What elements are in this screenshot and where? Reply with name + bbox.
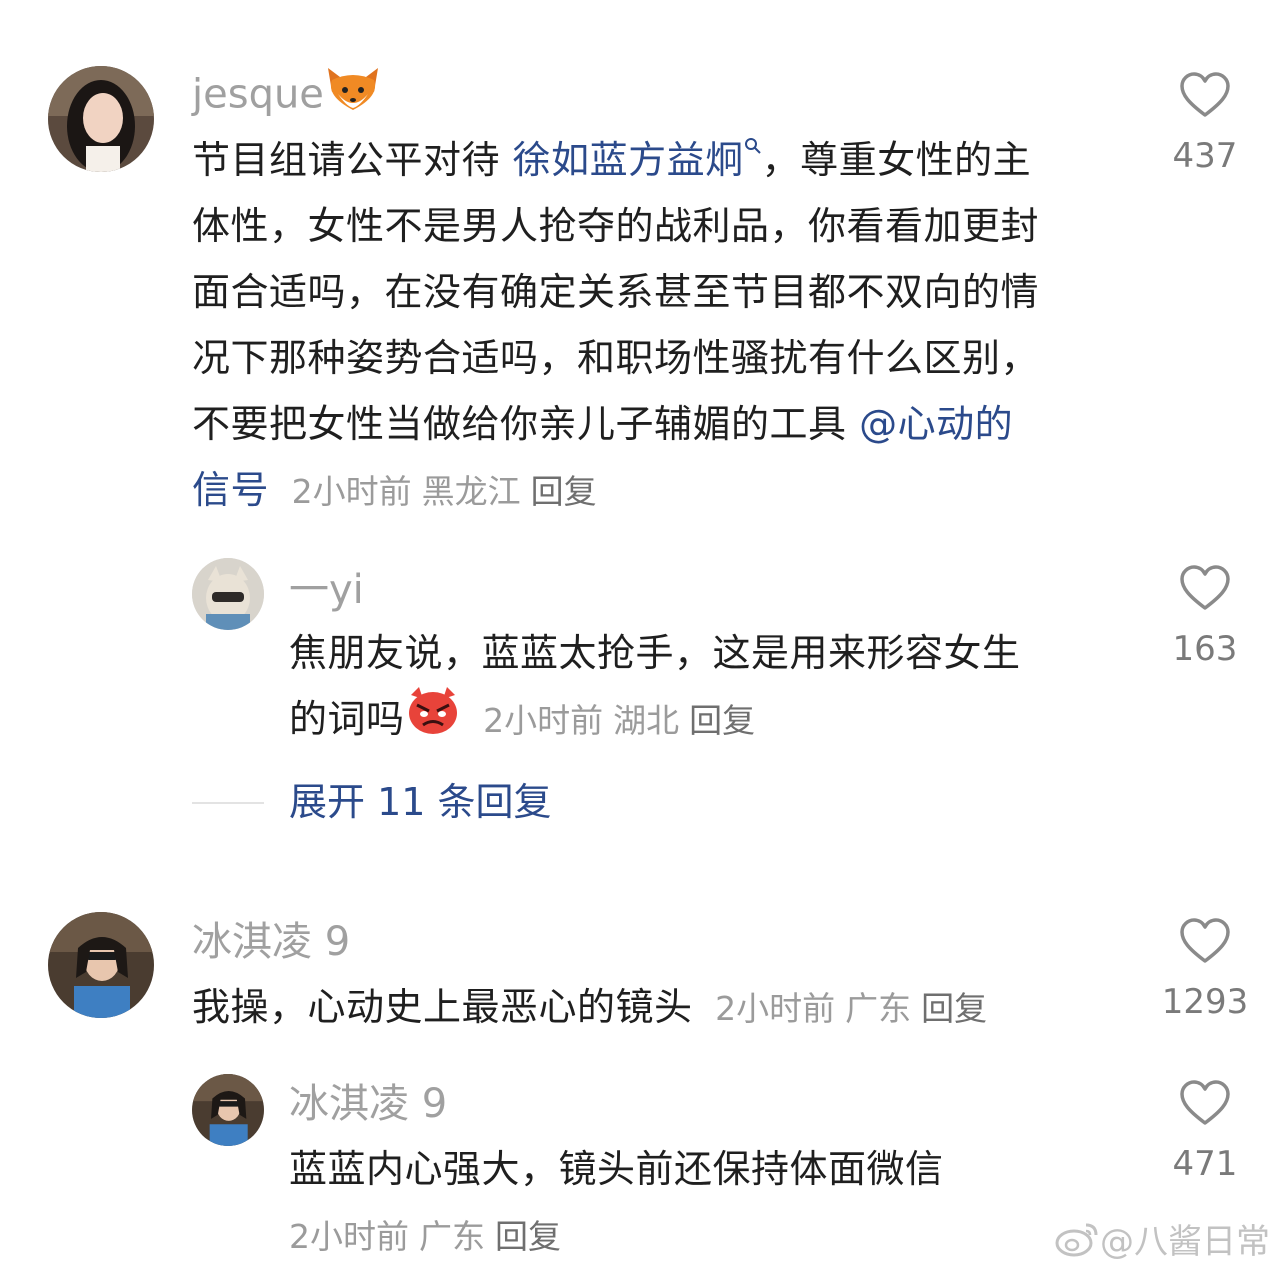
- comment-text-segment: 我操，心动史上最恶心的镜头: [192, 985, 693, 1029]
- timestamp: 2小时前: [483, 701, 604, 740]
- location: 广东: [419, 1217, 485, 1256]
- heart-outline-icon[interactable]: [1179, 1080, 1231, 1126]
- search-icon: [744, 138, 761, 154]
- like-button[interactable]: 1293: [1160, 918, 1250, 1022]
- mention-link-continued[interactable]: 信号: [192, 468, 269, 512]
- like-count: 163: [1172, 629, 1238, 669]
- mention-link[interactable]: @心动的: [859, 402, 1013, 446]
- location: 湖北: [613, 701, 680, 740]
- comment-text: 节目组请公平对待 徐如蓝方益炯 ，尊重女性的主 体性，女性不是男人抢夺的战利品，你…: [192, 127, 1132, 525]
- comment-meta: 2小时前 广东 回复: [705, 989, 987, 1028]
- like-button[interactable]: 437: [1160, 72, 1250, 176]
- comment-text: 蓝蓝内心强大，镜头前还保持体面微信 2小时前 广东 回复: [289, 1136, 1129, 1270]
- comment-text-segment: 况下那种姿势合适吗，和职场性骚扰有什么区别，: [192, 336, 1040, 380]
- timestamp: 2小时前: [715, 989, 836, 1028]
- avatar-yi[interactable]: [192, 558, 264, 630]
- comment-text-segment: 节目组请公平对待: [192, 138, 513, 182]
- like-button[interactable]: 471: [1160, 1080, 1250, 1184]
- comment-text: 焦朋友说，蓝蓝太抢手，这是用来形容女生 的词吗 2小时前 湖北 回复: [289, 620, 1109, 755]
- angry-face-icon: [405, 686, 461, 755]
- reply-button[interactable]: 回复: [531, 472, 597, 511]
- reply-button[interactable]: 回复: [495, 1217, 561, 1256]
- username[interactable]: 一yi: [289, 570, 364, 610]
- divider-line: [192, 802, 264, 804]
- username[interactable]: 冰淇凌 9: [192, 922, 350, 962]
- comment-meta: 2小时前 湖北 回复: [473, 701, 755, 740]
- reply-button[interactable]: 回复: [921, 989, 987, 1028]
- heart-outline-icon[interactable]: [1179, 565, 1231, 611]
- avatar-jesque[interactable]: [48, 66, 154, 172]
- avatar-bingqiling[interactable]: [48, 912, 154, 1018]
- comment-text-segment: 体性，女性不是男人抢夺的战利品，你看看加更封: [192, 204, 1040, 248]
- comment-text-segment: ，尊重女性的主: [761, 138, 1032, 182]
- reply-button[interactable]: 回复: [689, 701, 755, 740]
- heart-outline-icon[interactable]: [1179, 72, 1231, 118]
- expand-replies-label[interactable]: 展开 11 条回复: [289, 775, 552, 829]
- comment-text-segment: 蓝蓝内心强大，镜头前还保持体面微信: [289, 1147, 944, 1191]
- username[interactable]: 冰淇凌 9: [289, 1084, 447, 1124]
- watermark-text: @八酱日常: [1100, 1222, 1270, 1262]
- weibo-logo-icon: [1054, 1221, 1100, 1266]
- username-text[interactable]: jesque: [192, 72, 324, 118]
- search-link[interactable]: 徐如蓝方益炯: [513, 138, 762, 182]
- like-count: 1293: [1161, 982, 1249, 1022]
- timestamp: 2小时前: [289, 1217, 409, 1256]
- location: 广东: [845, 989, 912, 1028]
- avatar-bingqiling[interactable]: [192, 1074, 264, 1146]
- comment-meta: 2小时前 黑龙江 回复: [282, 472, 597, 511]
- like-count: 437: [1172, 136, 1238, 176]
- comment-text-segment: 的词吗: [289, 697, 405, 741]
- comment-text-segment: 不要把女性当做给你亲儿子辅媚的工具: [192, 402, 860, 446]
- fox-face-icon: [324, 68, 382, 119]
- location: 黑龙江: [421, 472, 521, 511]
- watermark: @八酱日常: [1054, 1214, 1270, 1266]
- username[interactable]: jesque: [192, 68, 382, 119]
- comment-text: 我操，心动史上最恶心的镜头 2小时前 广东 回复: [192, 974, 1152, 1042]
- like-button[interactable]: 163: [1160, 565, 1250, 669]
- comment-meta: 2小时前 广东 回复: [279, 1217, 561, 1256]
- like-count: 471: [1172, 1144, 1238, 1184]
- heart-outline-icon[interactable]: [1179, 918, 1231, 964]
- comment-text-segment: 焦朋友说，蓝蓝太抢手，这是用来形容女生: [289, 631, 1021, 675]
- comment-text-segment: 面合适吗，在没有确定关系甚至节目都不双向的情: [192, 270, 1040, 314]
- timestamp: 2小时前: [291, 472, 412, 511]
- search-link-text[interactable]: 徐如蓝方益炯: [513, 138, 744, 182]
